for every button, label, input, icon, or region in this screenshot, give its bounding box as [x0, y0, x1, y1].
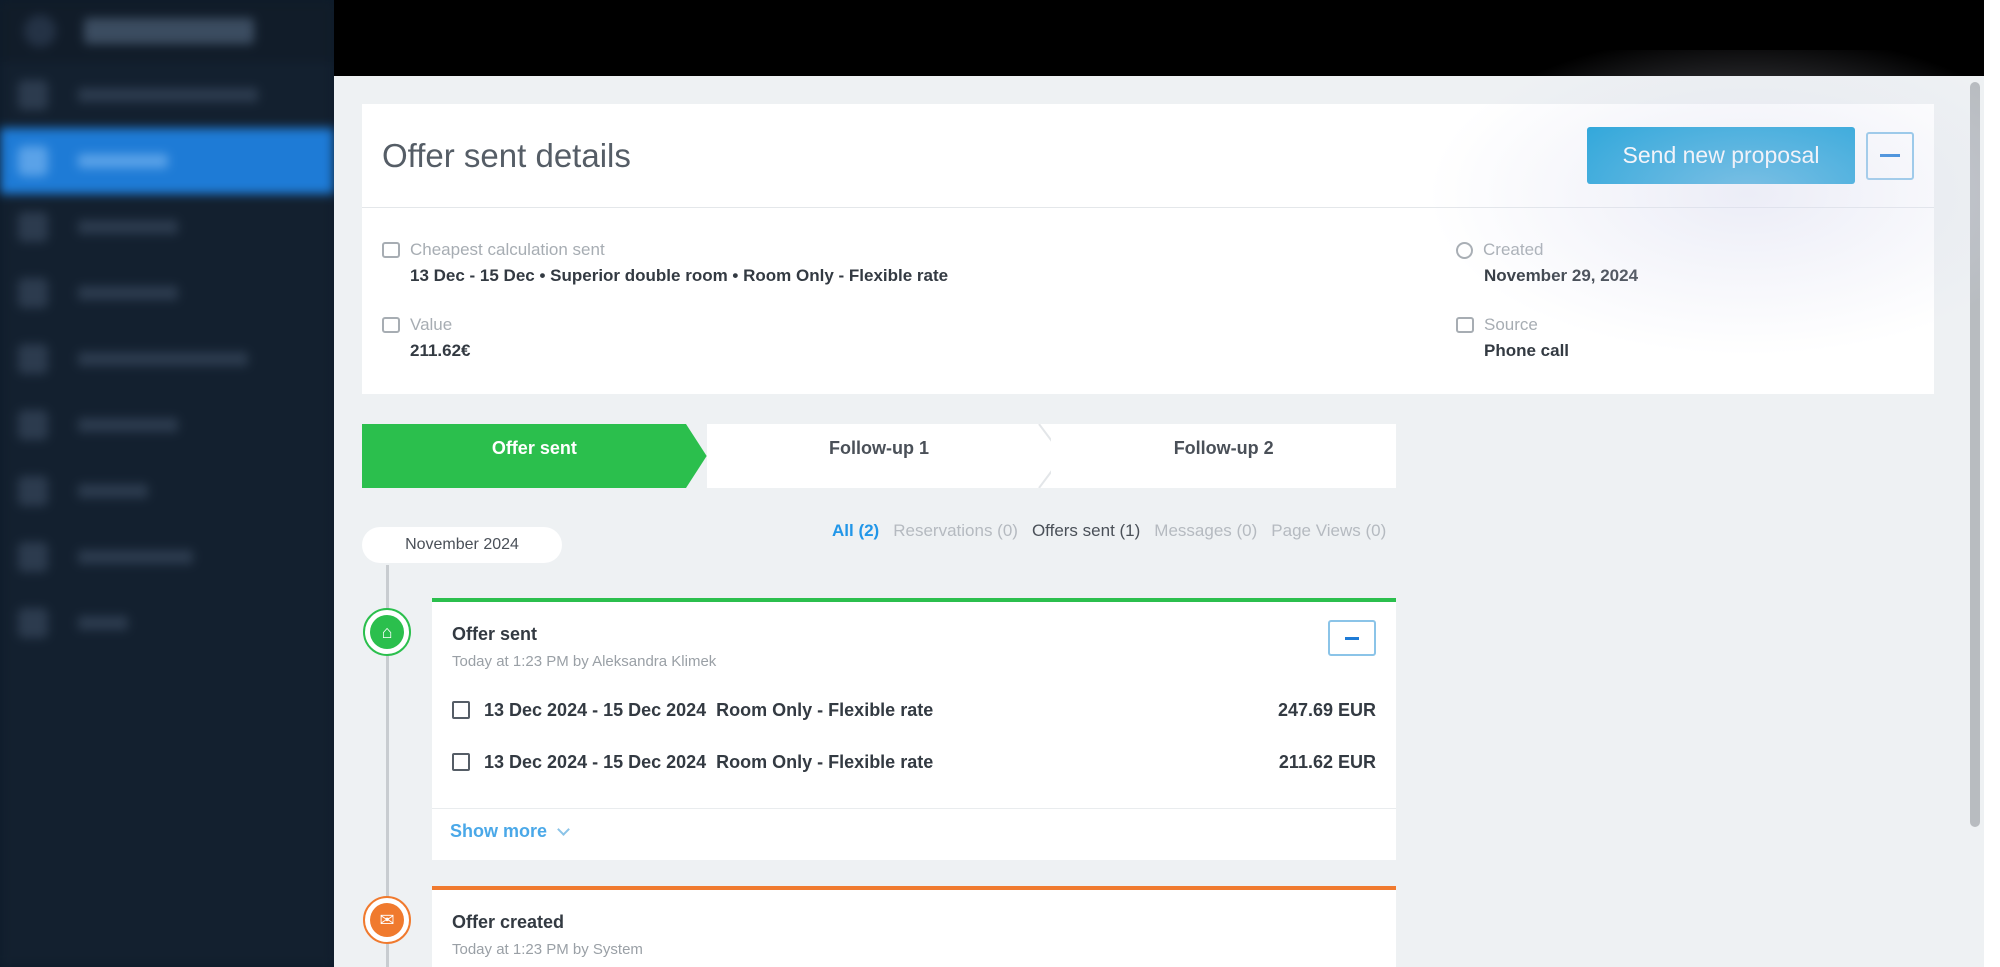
sidebar: [0, 0, 334, 967]
event-subtitle: Today at 1:23 PM by System: [452, 941, 643, 958]
source-label: Source: [1484, 315, 1538, 334]
collapse-event-button[interactable]: [1328, 620, 1376, 656]
offer-sent-event-icon: ⌂: [363, 608, 411, 656]
calendar-icon: [452, 701, 470, 719]
sidebar-item-icon: [18, 344, 48, 374]
sidebar-item-icon: [18, 476, 48, 506]
show-more-link[interactable]: Show more: [432, 808, 1396, 854]
scrollbar-thumb[interactable]: [1970, 82, 1980, 827]
clock-icon: [1456, 241, 1473, 259]
created-label: Created: [1483, 240, 1544, 259]
calendar-icon: [452, 753, 470, 771]
offer-row: 13 Dec 2024 - 15 Dec 2024 Room Only - Fl…: [452, 684, 1376, 736]
value-label: Value: [410, 315, 453, 334]
value-amount: 211.62€: [410, 341, 471, 360]
sidebar-item[interactable]: [0, 458, 334, 524]
sidebar-item-icon: [18, 212, 48, 242]
minus-icon: [1345, 636, 1359, 640]
top-bar: [334, 0, 1984, 76]
offer-price: 211.62 EUR: [1278, 751, 1376, 772]
sidebar-item[interactable]: [0, 590, 334, 656]
event-title: Offer created: [452, 912, 565, 932]
sign-in-icon: [1456, 317, 1474, 333]
envelope-icon: ✉: [370, 903, 404, 937]
calendar-icon: [382, 242, 400, 258]
sidebar-item-icon: [18, 146, 48, 176]
menu-icon[interactable]: [24, 15, 56, 47]
sidebar-item-icon: [18, 80, 48, 110]
created-value: November 29, 2024: [1484, 266, 1639, 285]
step-follow-up-2[interactable]: Follow-up 2: [1051, 424, 1397, 488]
event-subtitle: Today at 1:23 PM by Aleksandra Klimek: [452, 653, 717, 670]
offer-price: 247.69 EUR: [1277, 699, 1376, 720]
event-title: Offer sent: [452, 624, 538, 644]
money-icon: [382, 317, 400, 333]
created-info: Created November 29, 2024: [1456, 240, 1638, 286]
sidebar-header: [0, 0, 334, 62]
month-label: November 2024: [362, 527, 562, 563]
cheapest-value: 13 Dec - 15 Dec • Superior double room •…: [410, 266, 949, 285]
collapse-details-button[interactable]: [1866, 131, 1914, 180]
hotel-icon: ⌂: [370, 615, 404, 649]
sidebar-item[interactable]: [0, 260, 334, 326]
sidebar-item[interactable]: [0, 194, 334, 260]
event-offer-created: Offer created Today at 1:23 PM by System: [432, 886, 1396, 967]
step-offer-sent[interactable]: Offer sent: [362, 424, 707, 488]
cheapest-calculation: Cheapest calculation sent 13 Dec - 15 De…: [382, 240, 948, 286]
page-title: Offer sent details: [382, 136, 631, 174]
sidebar-item-icon: [18, 278, 48, 308]
step-follow-up-1[interactable]: Follow-up 1: [706, 424, 1065, 488]
timeline-filters: All (2) Reservations (0) Offers sent (1)…: [832, 521, 1386, 541]
offer-rate: Room Only - Flexible rate: [716, 751, 934, 772]
sidebar-item-icon: [18, 410, 48, 440]
filter-messages[interactable]: Messages (0): [1154, 521, 1257, 541]
filter-offers-sent[interactable]: Offers sent (1): [1032, 521, 1140, 541]
offer-rate: Room Only - Flexible rate: [716, 699, 934, 720]
sidebar-item[interactable]: [0, 392, 334, 458]
sidebar-item-icon: [18, 608, 48, 638]
app-logo: [84, 18, 254, 44]
sidebar-item-active[interactable]: [0, 128, 334, 194]
offer-dates: 13 Dec 2024 - 15 Dec 2024: [484, 751, 707, 772]
details-header: Offer sent details Send new proposal: [362, 104, 1934, 208]
source-info: Source Phone call: [1456, 315, 1569, 361]
filter-page-views[interactable]: Page Views (0): [1271, 521, 1386, 541]
sidebar-item[interactable]: [0, 524, 334, 590]
send-new-proposal-button[interactable]: Send new proposal: [1587, 127, 1855, 184]
filter-reservations[interactable]: Reservations (0): [893, 521, 1018, 541]
sidebar-item[interactable]: [0, 326, 334, 392]
scrollbar-track: [1984, 0, 2000, 967]
offer-value: Value 211.62€: [382, 315, 471, 361]
offer-dates: 13 Dec 2024 - 15 Dec 2024: [484, 699, 707, 720]
filter-all[interactable]: All (2): [832, 521, 879, 541]
offer-row: 13 Dec 2024 - 15 Dec 2024 Room Only - Fl…: [452, 736, 1376, 788]
offer-details-card: Offer sent details Send new proposal Che…: [362, 104, 1934, 394]
chevron-down-icon: [557, 823, 570, 836]
sidebar-item[interactable]: [0, 62, 334, 128]
cheapest-label: Cheapest calculation sent: [410, 240, 605, 259]
offer-created-event-icon: ✉: [363, 896, 411, 944]
sidebar-item-icon: [18, 542, 48, 572]
event-offer-sent: Offer sent Today at 1:23 PM by Aleksandr…: [432, 598, 1396, 860]
minus-icon: [1880, 154, 1900, 157]
follow-up-progress: Offer sent Follow-up 1 Follow-up 2: [362, 424, 1397, 488]
source-value: Phone call: [1484, 341, 1570, 360]
